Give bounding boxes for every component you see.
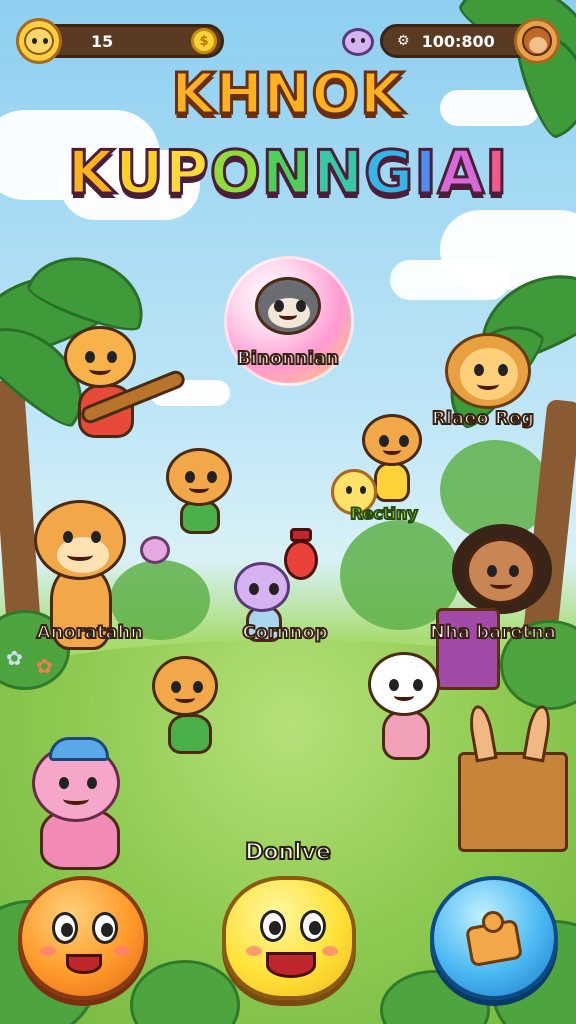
coin-icon[interactable]: $ — [191, 28, 217, 54]
left-hud-value: 15 — [91, 31, 114, 51]
title-letter: N — [311, 137, 365, 210]
pink-blob-pet[interactable] — [138, 532, 174, 568]
cloud — [390, 260, 510, 300]
game-scene: 15 $ ⚙ 100:800 KHNOK KUPONNGIAI Binonnia… — [0, 0, 576, 1024]
flower-icon: ✿ — [36, 654, 53, 678]
sun-character-label: Rectiny — [349, 503, 419, 524]
pink-cat-character[interactable] — [18, 732, 138, 872]
girl-character-label: Nha baretna — [429, 621, 557, 644]
cub-bottom-character[interactable] — [146, 652, 236, 768]
cub-center-character[interactable] — [162, 444, 238, 540]
title-letter: U — [113, 137, 165, 210]
game-title-line2: KUPONNGIAI — [0, 137, 576, 210]
yellow-smiley-button[interactable] — [222, 876, 356, 1000]
title-letter: I — [413, 137, 438, 210]
title-letter: I — [484, 137, 509, 210]
guitar-cat-character[interactable] — [56, 322, 188, 452]
title-letter: P — [163, 137, 210, 210]
orange-face-button[interactable] — [18, 876, 148, 1000]
featured-character-label: Binonnian — [236, 347, 340, 370]
title-letter: O — [208, 137, 262, 210]
wooden-bunny-box[interactable] — [458, 703, 568, 852]
orange-face-icon — [22, 880, 144, 996]
purple-pet-icon[interactable] — [338, 22, 378, 62]
puzzle-piece-icon — [464, 909, 524, 968]
flower-icon: ✿ — [6, 646, 23, 670]
raccoon-character[interactable] — [248, 266, 328, 346]
puzzle-button[interactable] — [430, 876, 558, 1000]
title-letter: K — [66, 137, 115, 210]
yellow-smiley-icon — [226, 880, 352, 996]
lion-right-label: Rlaeo Reg — [431, 407, 535, 430]
center-action-label: Donlve — [244, 839, 332, 866]
lion-right-character[interactable] — [438, 326, 538, 416]
right-hud-value: 100:800 — [421, 31, 495, 51]
lion-avatar-icon[interactable] — [16, 18, 62, 64]
purple-creature-label: Cornnop — [241, 621, 328, 644]
title-letter: A — [436, 137, 486, 210]
settings-cog-icon[interactable]: ⚙ — [397, 33, 410, 49]
tiger-left-label: Anoratahn — [36, 621, 145, 644]
white-cat-character[interactable] — [364, 646, 454, 766]
title-letter: N — [260, 137, 313, 210]
title-letter: G — [363, 137, 415, 210]
game-title-line1: KHNOK — [170, 61, 405, 129]
girl-avatar-icon[interactable] — [514, 18, 560, 64]
left-hud-bar: 15 $ — [34, 24, 224, 58]
